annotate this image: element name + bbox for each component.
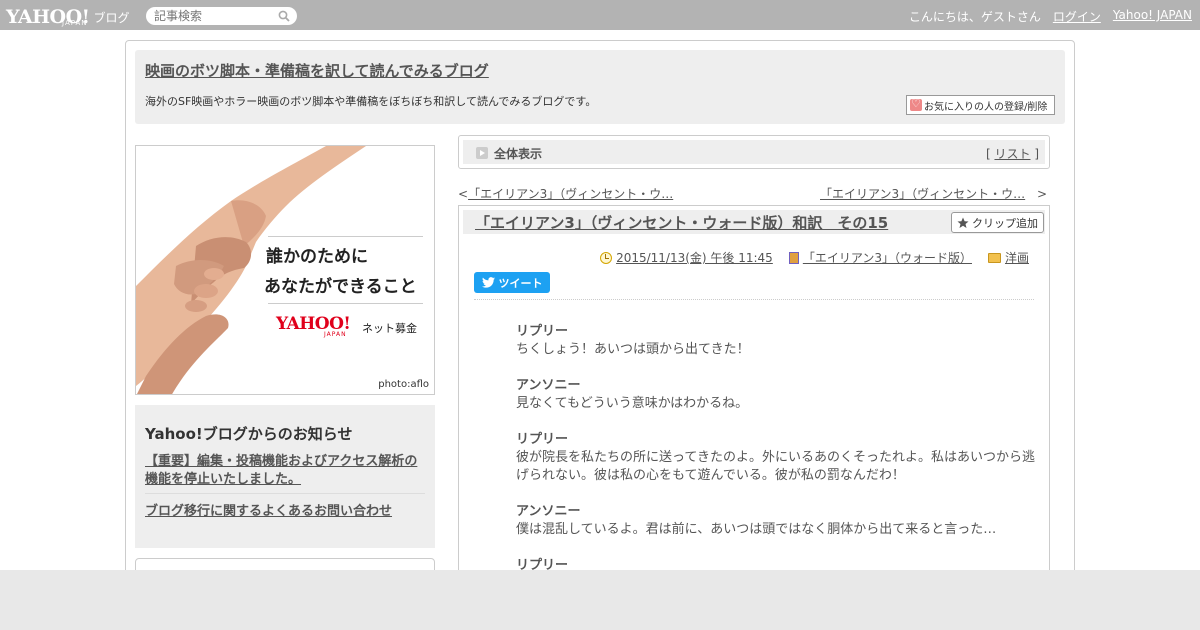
meta-category: 「エイリアン3」（ウォード版）: [788, 249, 972, 266]
banner-rule-top: [268, 236, 423, 237]
search-icon[interactable]: [278, 10, 290, 22]
article-body: リプリー ちくしょう！あいつは頭から出てきた！ アンソニー 見なくてもどういう意…: [516, 323, 1038, 593]
view-mode-bar-inner: 全体表示 [ リスト ]: [463, 140, 1045, 164]
page-footer-background: [0, 570, 1200, 630]
book-icon: [788, 251, 799, 264]
favorite-register-label: お気に入りの人の登録/削除: [924, 101, 1048, 113]
dialogue-line: 僕は混乱しているよ。君は前に、あいつは頭ではなく胴体から出て来ると言った…: [516, 522, 997, 537]
speaker-name: リプリー: [516, 324, 569, 339]
notice-title: Yahoo!ブログからのお知らせ: [145, 425, 353, 443]
search-box: [146, 7, 297, 25]
tweet-label: ツイート: [498, 276, 543, 290]
notice-link-faq[interactable]: ブログ移行に関するよくあるお問い合わせ: [145, 500, 392, 519]
logo-sub: JAPAN: [62, 19, 88, 27]
article-title[interactable]: 「エイリアン3」（ヴィンセント・ウォード版）和訳 その15: [475, 212, 888, 233]
prev-arrow: <: [458, 187, 469, 201]
login-link[interactable]: ログイン: [1053, 8, 1101, 25]
previous-article-nav: <「エイリアン3」（ヴィンセント・ウ…: [458, 185, 688, 202]
dialogue-block: リプリー ちくしょう！あいつは頭から出てきた！: [516, 323, 1038, 359]
twitter-bird-icon: [481, 277, 495, 288]
article-meta: 2015/11/13(金) 午後 11:45 「エイリアン3」（ウォード版） 洋…: [600, 249, 1029, 266]
clip-add-label: クリップ追加: [972, 216, 1038, 230]
clip-add-button[interactable]: クリップ追加: [951, 212, 1044, 233]
logo-blog: ブログ: [93, 11, 130, 25]
article-date-link[interactable]: 2015/11/13(金) 午後 11:45: [616, 249, 773, 266]
speaker-name: アンソニー: [516, 504, 581, 519]
folder-icon: [987, 252, 1001, 263]
banner-rule-bottom: [268, 303, 423, 304]
heart-icon: [910, 97, 922, 111]
clock-icon: [600, 251, 613, 264]
blog-description: 海外のSF映画やホラー映画のボツ脚本や準備稿をぼちぼち和訳して読んでみるブログで…: [145, 95, 597, 108]
banner-headline-1: 誰かのために: [266, 247, 368, 267]
net-donation-banner[interactable]: 誰かのために あなたができること YAHOO! JAPAN ネット募金 phot…: [135, 145, 435, 395]
yahoo-japan-link[interactable]: Yahoo! JAPAN: [1113, 8, 1192, 25]
article: 「エイリアン3」（ヴィンセント・ウォード版）和訳 その15 クリップ追加 201…: [458, 205, 1050, 585]
user-links: こんにちは、ゲストさん ログイン Yahoo! JAPAN: [909, 8, 1192, 25]
dialogue-block: アンソニー 見なくてもどういう意味かはわかるね。: [516, 377, 1038, 413]
tweet-button[interactable]: ツイート: [474, 272, 550, 293]
meta-date: 2015/11/13(金) 午後 11:45: [600, 249, 773, 266]
banner-photo-credit: photo:aflo: [378, 379, 429, 390]
banner-headline-2: あなたができること: [264, 277, 417, 297]
banner-service-name: ネット募金: [362, 322, 417, 335]
dialogue-block: リプリー 彼が院長を私たちの所に送ってきたのよ。外にいるあのくそったれよ。私はあ…: [516, 431, 1038, 485]
yahoo-blog-notice: Yahoo!ブログからのお知らせ 【重要】編集・投稿機能およびアクセス解析の機能…: [135, 405, 435, 548]
yahoo-blog-logo[interactable]: YAHOO! JAPAN ブログ: [6, 3, 130, 27]
previous-article-link[interactable]: 「エイリアン3」（ヴィンセント・ウ…: [468, 187, 673, 201]
blog-title[interactable]: 映画のボツ脚本・準備稿を訳して読んでみるブログ: [145, 60, 489, 81]
arrow-right-icon: [476, 147, 488, 159]
notice-link-important[interactable]: 【重要】編集・投稿機能およびアクセス解析の機能を停止いたしました。: [145, 453, 429, 489]
dotted-divider: [474, 299, 1034, 300]
bracket-open: [: [985, 147, 991, 161]
dialogue-block: アンソニー 僕は混乱しているよ。君は前に、あいつは頭ではなく胴体から出て来ると言…: [516, 503, 1038, 539]
article-genre-link[interactable]: 洋画: [1005, 249, 1029, 266]
next-article-nav: 「エイリアン3」（ヴィンセント・ウ… >: [820, 185, 1050, 202]
dialogue-line: 彼が院長を私たちの所に送ってきたのよ。外にいるあのくそったれよ。私はあいつから逃…: [516, 450, 1035, 483]
greeting: こんにちは、ゲストさん: [908, 10, 1041, 24]
article-category-link[interactable]: 「エイリアン3」（ウォード版）: [803, 249, 972, 266]
next-article-link[interactable]: 「エイリアン3」（ヴィンセント・ウ…: [820, 187, 1025, 201]
favorite-register-button[interactable]: お気に入りの人の登録/削除: [906, 95, 1055, 115]
article-header: 「エイリアン3」（ヴィンセント・ウォード版）和訳 その15 クリップ追加: [463, 210, 1045, 234]
dialogue-line: ちくしょう！あいつは頭から出てきた！: [516, 342, 750, 357]
top-bar: YAHOO! JAPAN ブログ こんにちは、ゲストさん ログイン Yahoo!…: [0, 0, 1200, 30]
star-icon: [957, 217, 969, 228]
dialogue-line: 見なくてもどういう意味かはわかるね。: [516, 396, 749, 411]
view-mode-bar: 全体表示 [ リスト ]: [458, 135, 1050, 169]
next-arrow: >: [1036, 187, 1048, 201]
list-view-link[interactable]: リスト: [994, 147, 1030, 161]
bracket-close: ]: [1034, 147, 1039, 161]
speaker-name: リプリー: [516, 432, 569, 447]
view-all-label: 全体表示: [494, 147, 543, 161]
speaker-name: アンソニー: [516, 378, 581, 393]
notice-divider: [145, 493, 425, 494]
banner-yahoo-sub: JAPAN: [324, 331, 347, 338]
list-view-control: [ リスト ]: [986, 145, 1039, 162]
handshake-image: [136, 146, 434, 394]
search-input[interactable]: [154, 8, 274, 24]
meta-genre: 洋画: [987, 249, 1029, 266]
blog-header: 映画のボツ脚本・準備稿を訳して読んでみるブログ 海外のSF映画やホラー映画のボツ…: [135, 50, 1065, 124]
